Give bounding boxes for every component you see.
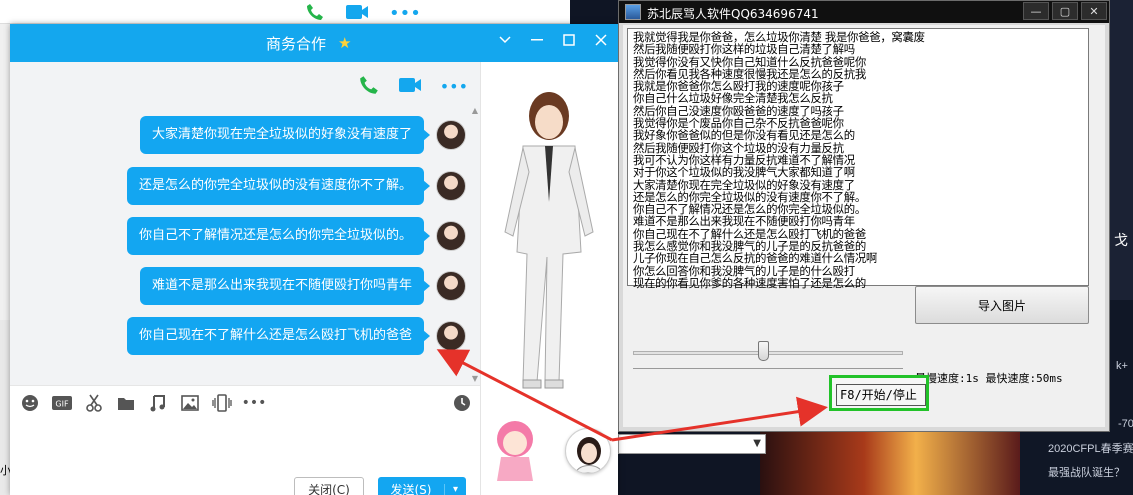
text-line: 你怎么回答你和我没脾气的儿子是的什么殴打: [633, 264, 855, 277]
voice-call-button[interactable]: [358, 74, 380, 99]
text-line: 你自己不了解情况还是怎么的你完全垃圾似的。: [633, 203, 866, 216]
close-icon[interactable]: [594, 32, 608, 48]
minimize-button[interactable]: —: [1023, 2, 1049, 20]
message-row: 难道不是那么出来我现在不随便殴打你吗青年: [139, 267, 466, 305]
speed-slider-ticks: [633, 365, 903, 369]
hotkey-field[interactable]: F8/开始/停止: [836, 384, 926, 406]
gif-icon[interactable]: GIF: [52, 393, 72, 413]
tool-title: 苏北辰骂人软件QQ634696741: [647, 7, 819, 21]
input-toolbar: GIF •••: [10, 385, 480, 419]
music-icon[interactable]: [148, 393, 168, 413]
background-left-fragment: 小: [0, 320, 11, 495]
message-row: 还是怎么的你完全垃圾似的没有速度你不了解。: [126, 167, 466, 205]
message-bubble[interactable]: 你自己不了解情况还是怎么的你完全垃圾似的。: [126, 217, 431, 255]
text-line: 你自己什么垃圾好像完全清楚我怎么反抗: [633, 92, 833, 105]
chevron-down-icon: ▼: [753, 438, 761, 449]
text-line: 我觉得你是个废品你自己杂不反抗爸爸呢你: [633, 117, 844, 130]
phone-icon: [305, 2, 325, 25]
more-options-button[interactable]: •••: [440, 77, 468, 96]
message-textbox[interactable]: 我就觉得我是你爸爸，怎么垃圾你清楚 我是你爸爸，窝囊废 然后我随便殴打你这样的垃圾…: [627, 28, 1089, 289]
tool-titlebar: 苏北辰骂人软件QQ634696741 — ▢ ✕: [619, 1, 1109, 23]
background-news-item: -70: [1118, 418, 1133, 430]
message-bubble[interactable]: 难道不是那么出来我现在不随便殴打你吗青年: [139, 267, 431, 305]
qq-titlebar: 商务合作 ★: [10, 24, 618, 62]
maximize-button[interactable]: ▢: [1052, 2, 1078, 20]
text-line: 还是怎么的你完全垃圾似的没有速度你不了解。: [633, 190, 866, 204]
scissors-icon[interactable]: [84, 393, 104, 413]
close-button[interactable]: ✕: [1081, 2, 1107, 20]
pet-character-image: [497, 421, 533, 481]
send-button-label: 发送(S): [390, 482, 432, 495]
star-badge-icon: ★: [338, 34, 352, 52]
maximize-button[interactable]: [562, 32, 576, 48]
import-image-button[interactable]: 导入图片: [915, 286, 1089, 324]
background-banner-image: [760, 430, 1020, 495]
more-tools-icon[interactable]: •••: [242, 393, 267, 413]
collapse-button[interactable]: [498, 32, 512, 48]
background-dropdown: ▼: [618, 434, 766, 454]
video-call-icon: [345, 3, 369, 24]
speed-range-label: 最慢速度:1s 最快速度:50ms: [915, 372, 1063, 385]
hotkey-highlight-box: F8/开始/停止: [829, 375, 929, 411]
text-line: 儿子你现在自己怎么反抗的爸爸的难道什么情况啊: [633, 252, 877, 265]
shake-window-icon[interactable]: [212, 393, 232, 413]
scroll-up-icon[interactable]: ▲: [472, 106, 478, 115]
send-options-dropdown[interactable]: ▾: [444, 483, 466, 495]
avatar[interactable]: [436, 120, 466, 150]
background-news-item: 2020CFPL春季赛: [1048, 443, 1133, 455]
text-line: 我就觉得我是你爸爸，怎么垃圾你清楚 我是你爸爸，窝囊废: [633, 31, 925, 44]
message-bubble[interactable]: 你自己现在不了解什么还是怎么殴打飞机的爸爸: [126, 317, 431, 355]
contact-show-panel: [480, 62, 618, 495]
text-line: 我好象你爸爸似的但是你没有看见还是怎么的: [633, 129, 855, 142]
tool-body: 我就觉得我是你爸爸，怎么垃圾你清楚 我是你爸爸，窝囊废 然后我随便殴打你这样的垃圾…: [623, 25, 1105, 427]
scroll-down-icon[interactable]: ▼: [472, 374, 478, 383]
video-call-button[interactable]: [398, 76, 422, 97]
avatar[interactable]: [436, 321, 466, 351]
send-button[interactable]: 发送(S) ▾: [378, 477, 466, 495]
text-line: 然后我随便殴打你这样的垃圾自己清楚了解吗: [633, 43, 855, 56]
message-row: 你自己现在不了解什么还是怎么殴打飞机的爸爸: [126, 317, 466, 355]
more-icon: •••: [389, 3, 421, 24]
chat-title: 商务合作: [266, 35, 327, 53]
text-line: 然后你自己没速度你殴爸爸的速度了吗孩子: [633, 104, 844, 118]
text-line: 你自己现在不了解什么还是怎么殴打飞机的爸爸: [633, 227, 866, 241]
message-list[interactable]: ••• ▲ 大家清楚你现在完全垃圾似的好象没有速度了 还是怎么的你完全垃圾似的没…: [10, 62, 480, 385]
avatar[interactable]: [436, 271, 466, 301]
close-chat-button[interactable]: 关闭(C): [294, 477, 364, 495]
qq-chat-window: 商务合作 ★ ••• ▲ 大家清楚你现在完全垃圾似的好象没有速度了 还是怎么的你…: [10, 24, 618, 495]
message-bubble[interactable]: 大家清楚你现在完全垃圾似的好象没有速度了: [139, 116, 431, 154]
background-right-text: 戈: [1114, 233, 1128, 249]
avatar[interactable]: [436, 221, 466, 251]
background-right-strip: 戈: [1110, 0, 1133, 300]
folder-icon[interactable]: [116, 393, 136, 413]
text-line: 我可不认为你这样有力量反抗难道不了解情况: [633, 153, 855, 167]
image-icon[interactable]: [180, 393, 200, 413]
speed-slider-thumb[interactable]: [757, 341, 769, 361]
tool-window: 苏北辰骂人软件QQ634696741 — ▢ ✕ 我就觉得我是你爸爸，怎么垃圾你…: [618, 0, 1110, 432]
background-news-item: k+: [1116, 360, 1128, 372]
minimize-button[interactable]: [530, 32, 544, 48]
text-line: 对于你这个垃圾似的我没脾气大家都知道了啊: [633, 166, 855, 179]
text-line: 大家清楚你现在完全垃圾似的好象没有速度了: [633, 178, 855, 191]
background-news-item: 最强战队诞生？: [1048, 467, 1125, 479]
text-line: 难道不是那么出来我现在不随便殴打你吗青年: [633, 215, 855, 228]
message-bubble[interactable]: 还是怎么的你完全垃圾似的没有速度你不了解。: [126, 167, 431, 205]
message-row: 大家清楚你现在完全垃圾似的好象没有速度了: [139, 116, 466, 154]
text-line: 然后我随便殴打你这个垃圾的没有力量反抗: [633, 141, 844, 154]
text-line: 我就是你爸爸你怎么殴打我的速度呢你孩子: [633, 80, 844, 93]
contact-avatar-button[interactable]: [565, 428, 611, 474]
svg-text:GIF: GIF: [55, 399, 69, 408]
text-line: 我觉得你没有又快你自己知道什么反抗爸爸呢你: [633, 55, 866, 68]
message-row: 你自己不了解情况还是怎么的你完全垃圾似的。: [126, 217, 466, 255]
background-qq-header: •••: [0, 0, 570, 24]
emoji-icon[interactable]: [20, 393, 40, 413]
avatar[interactable]: [436, 171, 466, 201]
text-line: 我怎么感觉你和我没脾气的儿子是的反抗爸爸的: [633, 240, 866, 253]
app-icon: [625, 4, 641, 20]
text-line: 然后你看见我各种速度很慢我还是怎么的反抗我: [633, 67, 866, 81]
history-clock-icon[interactable]: [452, 393, 472, 413]
character-figure-image: [504, 92, 594, 389]
